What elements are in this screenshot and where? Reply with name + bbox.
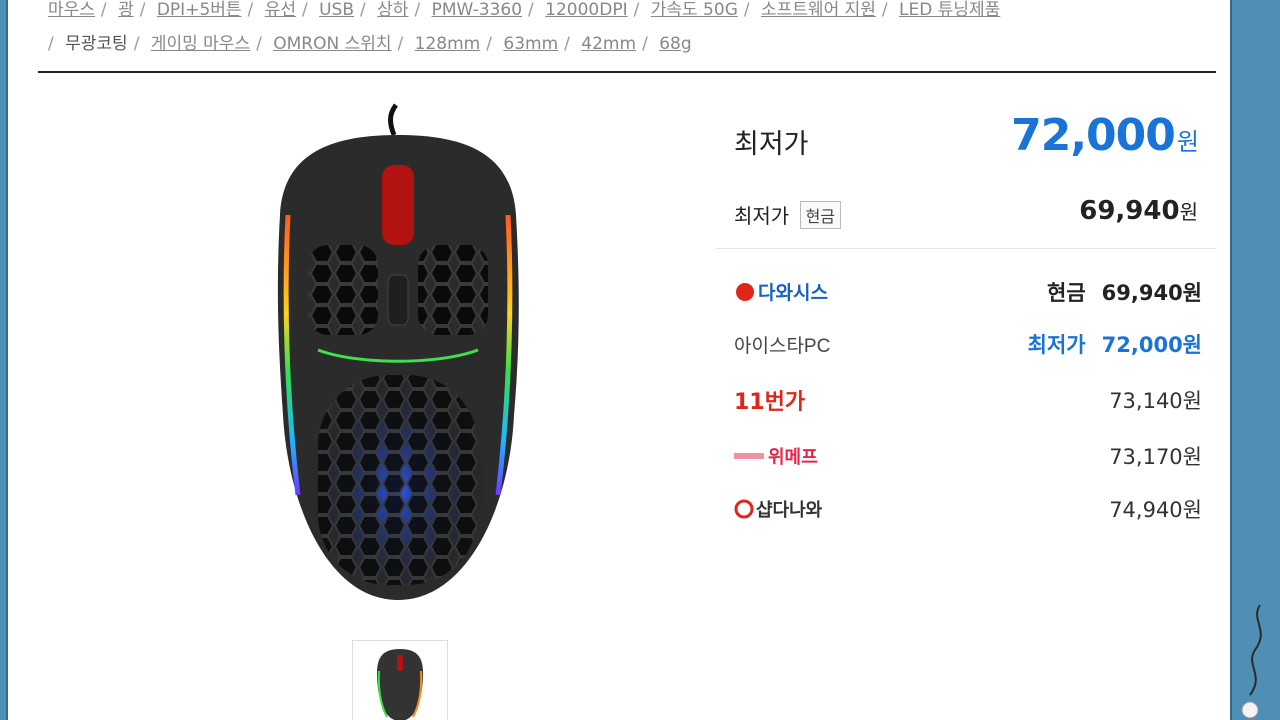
icestarpc-name[interactable]: 아이스타PC — [734, 324, 830, 364]
spec-tag[interactable]: OMRON 스위치 — [273, 34, 391, 54]
11st-logo-text: 11번가 — [734, 390, 805, 415]
currency-unit: 원 — [1176, 128, 1199, 156]
spec-tag[interactable]: DPI+5버튼 — [157, 0, 242, 20]
spec-tag[interactable]: USB — [319, 0, 354, 20]
price-tag: 최저가 — [1027, 333, 1086, 357]
gaming-mouse-image[interactable] — [238, 95, 558, 615]
cash-lowest-value: 69,940원 — [1079, 196, 1198, 226]
shop-price-11st[interactable]: 73,140원 — [1109, 380, 1202, 420]
shop-row-icestarpc[interactable]: 아이스타PC 최저가 72,000원 — [734, 324, 1202, 364]
11st-logo[interactable]: 11번가 — [734, 380, 814, 420]
product-page: 마우스 / 광 / DPI+5버튼 / 유선 / USB / 상하 / PMW-3360/ … — [6, 0, 1232, 720]
spec-tag[interactable]: PMW-3360 — [432, 0, 522, 20]
spec-tag[interactable]: 63mm — [503, 34, 558, 54]
gaming-mouse-thumbnail[interactable] — [352, 640, 448, 720]
spec-tag[interactable]: 마우스 — [48, 0, 95, 20]
shop-row-wemakeprice[interactable]: 위메프 73,170원 — [734, 436, 1202, 476]
panel-divider — [716, 248, 1216, 249]
dawasys-logo-text: 다와시스 — [758, 282, 828, 304]
cash-badge: 현금 — [799, 201, 842, 229]
spec-tags: 마우스 / 광 / DPI+5버튼 / 유선 / USB / 상하 / PMW-3360/ … — [48, 0, 1218, 60]
shop-row-11st[interactable]: 11번가 73,140원 — [734, 380, 1202, 420]
spec-tag[interactable]: 유선 — [265, 0, 296, 20]
cash-lowest-text: 최저가 — [734, 204, 790, 228]
spec-tag[interactable]: 광 — [118, 0, 134, 20]
spec-tag[interactable]: 68g — [659, 34, 691, 54]
price-value: 72,000원 — [1101, 333, 1202, 357]
shop-row-shopdanawa[interactable]: 샵다나와 74,940원 — [734, 489, 1202, 529]
spec-tag[interactable]: 12000DPI — [545, 0, 627, 20]
price-tag: 현금 — [1047, 281, 1086, 305]
lowest-price-number: 72,000 — [1011, 110, 1176, 161]
section-divider — [38, 71, 1216, 73]
spec-tag[interactable]: 128mm — [415, 34, 481, 54]
hanging-ornament-icon — [1241, 604, 1262, 719]
dawasys-logo[interactable]: 다와시스 — [734, 272, 834, 312]
shop-price-icestarpc[interactable]: 최저가 72,000원 — [1028, 324, 1202, 364]
spec-tag[interactable]: 소프트웨어 지원 — [761, 0, 876, 20]
thumbnail-mouse-icon — [377, 649, 423, 720]
shop-price-shopdanawa[interactable]: 74,940원 — [1109, 489, 1202, 529]
spec-tag[interactable]: 가속도 50G — [651, 0, 738, 20]
cash-lowest-number: 69,940 — [1079, 196, 1180, 226]
spec-tag[interactable]: 상하 — [377, 0, 408, 20]
price-value: 69,940원 — [1101, 281, 1202, 305]
lowest-price-value: 72,000원 — [1011, 110, 1199, 161]
wemakeprice-logo[interactable]: 위메프 — [734, 436, 834, 476]
currency-unit: 원 — [1179, 200, 1198, 224]
wemakeprice-logo-text: 위메프 — [768, 447, 818, 468]
spec-tag[interactable]: LED 튜닝제품 — [899, 0, 1000, 20]
spec-tag[interactable]: 게이밍 마우스 — [151, 34, 250, 54]
shopdanawa-logo-text: 샵다나와 — [756, 500, 823, 521]
shopdanawa-logo[interactable]: 샵다나와 — [734, 489, 834, 529]
spec-tags-row-1: 마우스 / 광 / DPI+5버튼 / 유선 / USB / 상하 / PMW-3360/ … — [48, 0, 1001, 20]
spec-tag[interactable]: 무광코팅 — [65, 34, 128, 54]
spec-tags-row-2: / 무광코팅 / 게이밍 마우스 / OMRON 스위치/ 128mm/ 63mm /… — [48, 34, 692, 54]
shop-row-dawasys[interactable]: 다와시스 현금 69,940원 — [734, 272, 1202, 312]
shop-price-dawasys[interactable]: 현금 69,940원 — [1047, 272, 1202, 312]
shop-price-wemakeprice[interactable]: 73,170원 — [1109, 436, 1202, 476]
spec-tag[interactable]: 42mm — [581, 34, 636, 54]
